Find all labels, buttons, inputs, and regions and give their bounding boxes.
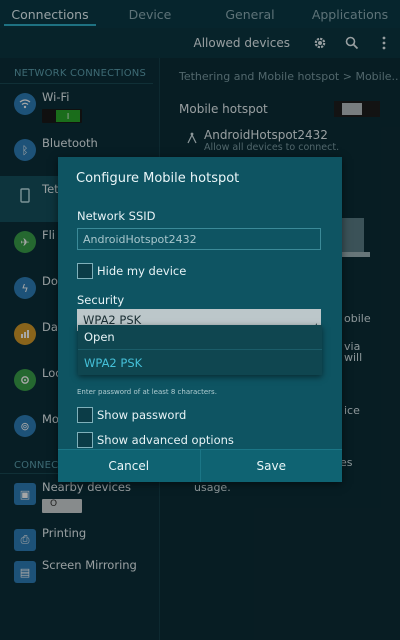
hide-device-label: Hide my device bbox=[97, 264, 187, 278]
ssid-label: Network SSID bbox=[77, 209, 156, 223]
hide-device-checkbox[interactable] bbox=[77, 263, 93, 279]
configure-hotspot-dialog: Configure Mobile hotspot Network SSID Hi… bbox=[58, 157, 342, 482]
save-button[interactable]: Save bbox=[199, 450, 343, 482]
dialog-button-bar: Cancel Save bbox=[58, 449, 342, 482]
ssid-input[interactable] bbox=[77, 228, 321, 250]
show-advanced-checkbox[interactable] bbox=[77, 432, 93, 448]
password-hint: Enter password of at least 8 characters. bbox=[77, 388, 217, 396]
security-option-open[interactable]: Open bbox=[78, 325, 322, 350]
show-advanced-label: Show advanced options bbox=[97, 433, 234, 447]
dialog-title: Configure Mobile hotspot bbox=[76, 171, 240, 186]
show-password-checkbox[interactable] bbox=[77, 407, 93, 423]
security-option-wpa2-psk[interactable]: WPA2 PSK bbox=[78, 350, 322, 375]
cancel-button[interactable]: Cancel bbox=[58, 450, 200, 482]
show-password-label: Show password bbox=[97, 408, 187, 422]
show-password-row[interactable]: Show password bbox=[58, 402, 342, 428]
security-label: Security bbox=[77, 293, 125, 307]
security-options-list: Open WPA2 PSK bbox=[78, 325, 322, 375]
hide-device-row[interactable]: Hide my device bbox=[58, 258, 342, 284]
